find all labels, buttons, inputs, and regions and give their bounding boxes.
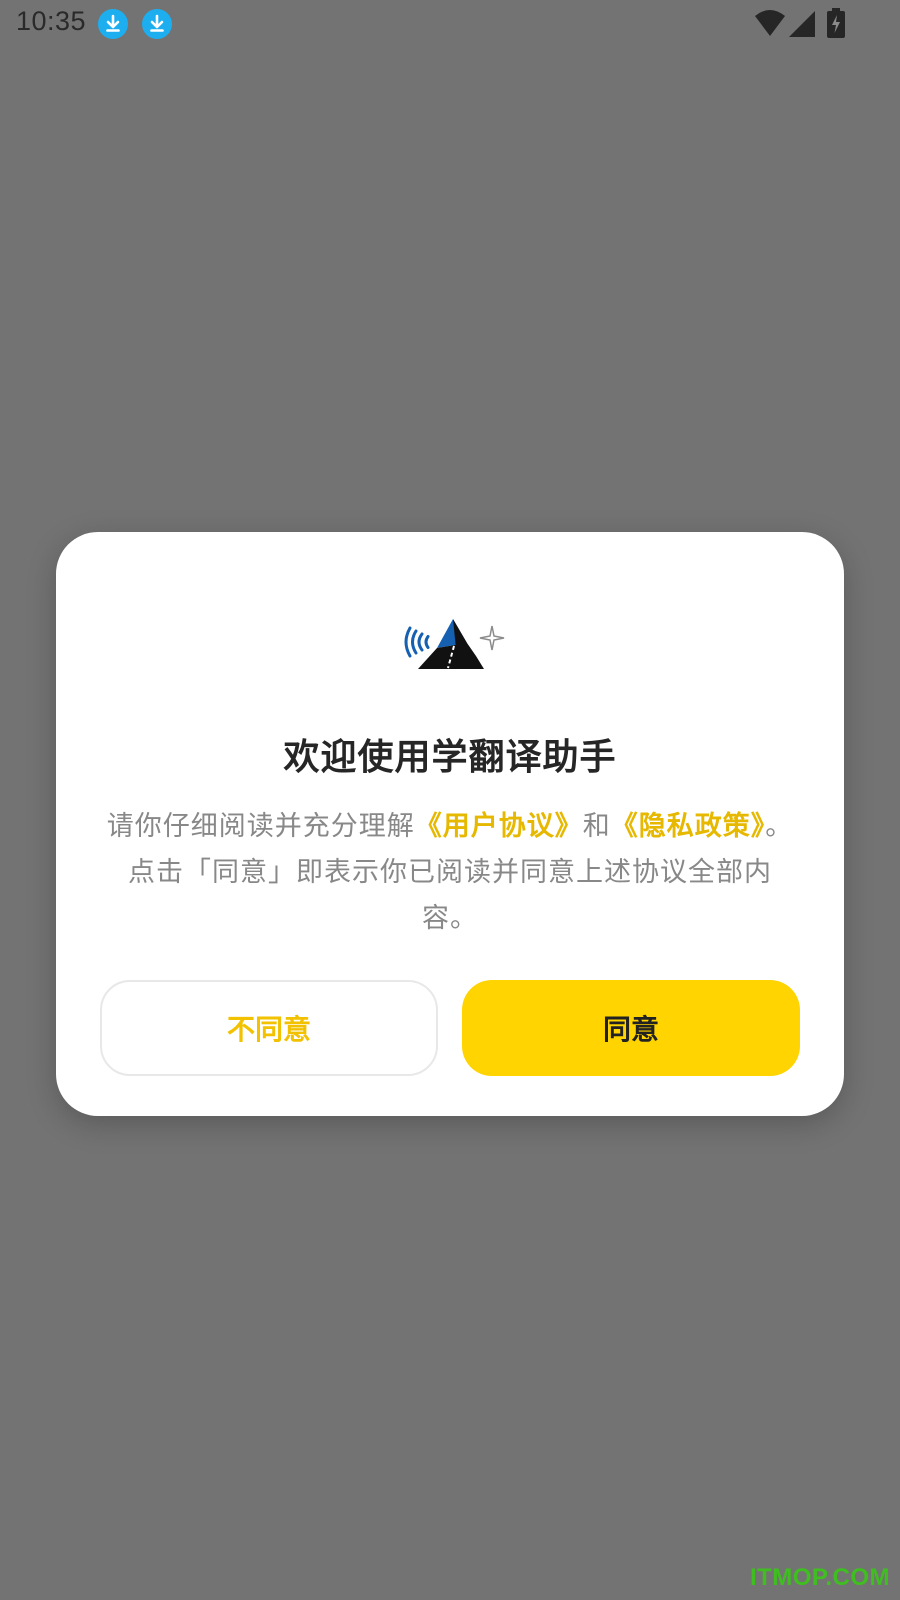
signal-icon: [789, 11, 815, 37]
download-icon: [98, 9, 128, 39]
app-logo: [404, 619, 505, 669]
body-conjunction: 和: [582, 811, 611, 842]
dialog-body: 请你仔细阅读并充分理解《用户协议》和《隐私政策》。点击「同意」即表示你已阅读并同…: [104, 804, 796, 942]
body-intro: 请你仔细阅读并充分理解: [106, 811, 415, 842]
wifi-icon: [755, 10, 785, 36]
status-bar: 10:35: [0, 0, 900, 48]
download-icon: [142, 9, 172, 39]
agree-button-label: 同意: [602, 1013, 659, 1046]
disagree-button-label: 不同意: [226, 1013, 311, 1046]
user-agreement-link[interactable]: 《用户协议》: [415, 811, 583, 842]
agree-button[interactable]: 同意: [462, 980, 800, 1076]
privacy-policy-link[interactable]: 《隐私政策》: [611, 811, 766, 842]
watermark: ITMOP.COM: [749, 1564, 890, 1591]
status-time: 10:35: [16, 6, 87, 36]
consent-dialog: 欢迎使用学翻译助手 请你仔细阅读并充分理解《用户协议》和《隐私政策》。点击「同意…: [56, 532, 844, 1116]
disagree-button[interactable]: 不同意: [100, 980, 438, 1076]
battery-charging-icon: [827, 8, 845, 38]
dialog-title: 欢迎使用学翻译助手: [283, 737, 617, 778]
